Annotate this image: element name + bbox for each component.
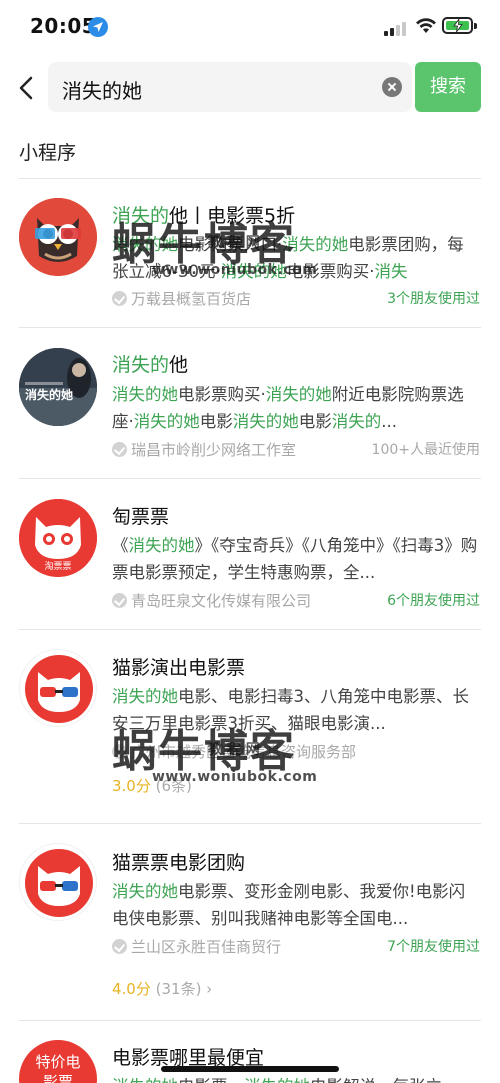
item-rating[interactable]: 4.0分 (31条) ›: [112, 978, 212, 999]
keyword-highlight: 消失的她: [112, 882, 178, 901]
cat-glasses-logo-avatar: [19, 649, 97, 727]
description-text: 电影票购买·: [178, 385, 266, 404]
rating-count: (6条): [155, 777, 192, 795]
movie-poster-avatar: 消失的她: [19, 348, 97, 426]
item-meta: 瑞昌市岭削少网络工作室 100+人最近使用: [112, 439, 480, 459]
owl-logo-avatar: [19, 198, 97, 276]
item-title: 猫票票电影团购: [112, 852, 246, 874]
battery-charging-icon: [442, 17, 477, 34]
verified-icon: [112, 442, 127, 457]
verified-icon: [112, 939, 127, 954]
wifi-icon: [416, 18, 436, 33]
description-text: 电影票购买·: [286, 262, 375, 281]
item-meta: 兰山区永胜百佳商贸行 7个朋友使用过: [112, 936, 480, 956]
search-row: 消失的她 搜索: [0, 62, 500, 114]
item-title: 消失的他: [112, 354, 189, 376]
list-item[interactable]: 消失的他丨电影票5折 消失的她电影购票入口·消失的她电影票团购，每张立减6-30…: [0, 179, 500, 327]
friends-used-text: 7个朋友使用过: [387, 939, 480, 955]
search-button[interactable]: 搜索: [415, 62, 481, 112]
location-arrow-icon: [88, 17, 108, 37]
list-item[interactable]: 猫票票电影团购 消失的她电影票、变形金刚电影、我爱你!电影闪电侠电影票、别叫我赌…: [0, 824, 500, 1020]
status-time: 20:05: [30, 14, 97, 38]
clear-icon[interactable]: [382, 77, 402, 97]
chevron-right-icon: ›: [206, 980, 213, 998]
list-item[interactable]: 特价电影票 电影票哪里最便宜 消失的她电影票、消失的她电影解说，每张立...: [0, 1021, 500, 1083]
verified-icon: [112, 291, 127, 306]
item-meta: 万载县概氢百货店 3个朋友使用过: [112, 288, 480, 308]
item-meta: 青岛旺泉文化传媒有限公司 6个朋友使用过: [112, 590, 480, 610]
description-text: 电影票、: [178, 1077, 244, 1083]
keyword-highlight: 消失: [374, 262, 408, 281]
verified-icon: [112, 744, 127, 759]
special-price-avatar: 特价电影票: [19, 1040, 97, 1083]
keyword-highlight: 消失的她: [232, 412, 299, 431]
list-item[interactable]: 消失的她 消失的他 消失的她电影票购买·消失的她附近电影院购票选座·消失的她电影…: [0, 328, 500, 478]
item-description: 消失的她电影票、变形金刚电影、我爱你!电影闪电侠电影票、别叫我赌神电影等全国电.…: [112, 878, 480, 932]
item-title: 匋票票: [112, 506, 170, 528]
keyword-highlight: 消失的她: [265, 385, 332, 404]
item-description: 消失的她电影票购买·消失的她附近电影院购票选座·消失的她电影消失的她电影消失的.…: [112, 381, 480, 435]
rating-score: 4.0分: [112, 980, 151, 998]
taopiaopiao-logo-avatar: 淘票票: [19, 499, 97, 577]
verified-icon: [112, 593, 127, 608]
home-indicator[interactable]: [161, 1066, 339, 1072]
search-query-text: 消失的她: [62, 79, 142, 103]
search-input[interactable]: 消失的她: [48, 62, 412, 112]
keyword-highlight: 消失的她: [282, 235, 349, 254]
keyword-highlight: 消失的她: [220, 262, 287, 281]
item-description: 《消失的她》《夺宝奇兵》《八角笼中》《扫毒3》购票电影票预定，学生特惠购票，全.…: [112, 532, 480, 586]
item-description: 消失的她电影票、消失的她电影解说，每张立...: [112, 1073, 480, 1083]
keyword-highlight: 消失的她: [112, 1077, 178, 1083]
friends-used-text: 3个朋友使用过: [387, 291, 480, 307]
rating-score: 3.0分: [112, 777, 151, 795]
item-description: 消失的她电影购票入口·消失的她电影票团购，每张立减6-30元·消失的她电影票购买…: [112, 231, 480, 285]
keyword-highlight: 消失的: [331, 412, 382, 431]
recent-users-text: 100+人最近使用: [371, 442, 480, 458]
keyword-highlight: 消失的她: [244, 1077, 310, 1083]
cellular-signal-icon: [384, 22, 408, 36]
poster-text: 消失的她: [25, 388, 74, 402]
keyword-highlight: 消失的她: [128, 536, 195, 555]
description-text: 《: [112, 536, 129, 555]
description-text: 电影解说，每张立...: [310, 1077, 458, 1083]
cat-glasses-logo-avatar: [19, 843, 97, 921]
item-rating: 3.0分 (6条): [112, 775, 192, 796]
friends-used-text: 6个朋友使用过: [387, 593, 480, 609]
list-item[interactable]: 猫影演出电影票 消失的她电影、电影扫毒3、八角笼中电影票、长安三万里电影票3折买…: [0, 630, 500, 823]
status-bar: 20:05: [0, 0, 500, 56]
description-text: 电影购票入口·: [178, 235, 283, 254]
logo-caption: 淘票票: [44, 562, 72, 572]
item-title: 消失的他丨电影票5折: [112, 205, 296, 227]
avatar-text: 特价电影票: [35, 1053, 81, 1083]
section-title: 小程序: [19, 142, 77, 164]
description-text: 电影: [298, 412, 332, 431]
list-item[interactable]: 淘票票 匋票票 《消失的她》《夺宝奇兵》《八角笼中》《扫毒3》购票电影票预定，学…: [0, 479, 500, 629]
rating-count: (31条): [155, 980, 202, 998]
item-title: 猫影演出电影票: [112, 657, 246, 679]
item-description: 消失的她电影、电影扫毒3、八角笼中电影票、长安三万里电影票3折买、猫眼电影演..…: [112, 683, 480, 737]
keyword-highlight: 消失的她: [133, 412, 200, 431]
keyword-highlight: 消失的她: [112, 687, 178, 706]
back-arrow-icon[interactable]: [14, 72, 40, 104]
description-text: ...: [381, 412, 397, 431]
keyword-highlight: 消失的她: [112, 235, 178, 254]
keyword-highlight: 消失的她: [112, 385, 178, 404]
description-text: 电影: [199, 412, 233, 431]
item-meta: 广州市越秀区富乾信息咨询服务部: [112, 741, 480, 761]
